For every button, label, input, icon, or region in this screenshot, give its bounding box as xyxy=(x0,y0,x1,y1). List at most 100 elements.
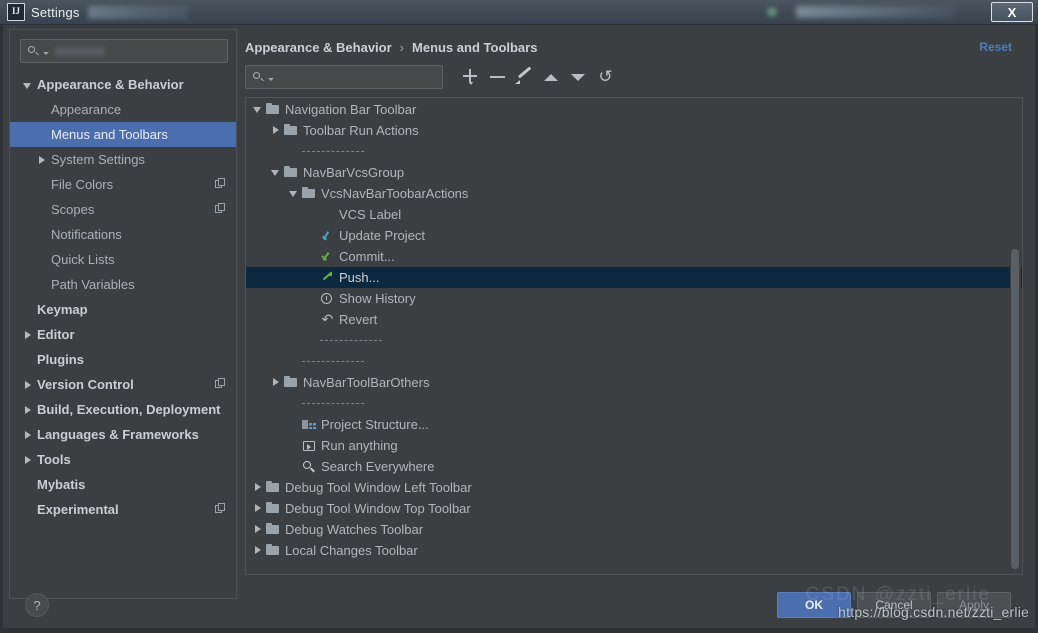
move-up-button[interactable] xyxy=(538,65,565,89)
restore-button[interactable]: ↺ xyxy=(592,65,619,89)
chevron-right-icon[interactable] xyxy=(22,429,34,441)
tree-scrollbar-track[interactable] xyxy=(1010,99,1021,575)
breadcrumb-parent: Appearance & Behavior xyxy=(245,40,392,55)
chevron-down-icon[interactable] xyxy=(252,103,265,116)
chevron-right-icon[interactable] xyxy=(22,404,34,416)
copy-settings-icon xyxy=(215,503,226,515)
revert-arrow-icon: ↶ xyxy=(319,312,336,327)
tree-row[interactable]: Project Structure... xyxy=(246,414,1022,435)
chevron-down-icon[interactable] xyxy=(288,187,301,200)
tree-row-label: Debug Watches Toolbar xyxy=(285,519,423,540)
spacer-icon xyxy=(306,250,319,263)
chevron-right-icon[interactable] xyxy=(252,544,265,557)
tree-row[interactable]: Debug Watches Toolbar xyxy=(246,519,1022,540)
tree-row[interactable]: Debug Tool Window Left Toolbar xyxy=(246,477,1022,498)
folder-icon xyxy=(283,123,300,138)
tree-row[interactable]: Search Everywhere xyxy=(246,456,1022,477)
spacer-icon xyxy=(288,439,301,452)
tree-row[interactable]: Commit... xyxy=(246,246,1022,267)
search-icon xyxy=(27,45,40,58)
sidebar-item-mybatis[interactable]: Mybatis xyxy=(10,472,236,497)
tree-separator xyxy=(246,393,1022,414)
sidebar-item-label: File Colors xyxy=(51,177,113,192)
tree-row[interactable]: Update Project xyxy=(246,225,1022,246)
chevron-right-icon[interactable] xyxy=(36,154,48,166)
tree-row[interactable]: NavBarVcsGroup xyxy=(246,162,1022,183)
tree-row[interactable]: Run anything xyxy=(246,435,1022,456)
copy-settings-icon xyxy=(215,378,226,390)
sidebar-item-label: Appearance xyxy=(51,102,121,117)
chevron-right-icon[interactable] xyxy=(252,523,265,536)
sidebar-item-path-variables[interactable]: Path Variables xyxy=(10,272,236,297)
tree-row[interactable]: VcsNavBarToobarActions xyxy=(246,183,1022,204)
sidebar-item-editor[interactable]: Editor xyxy=(10,322,236,347)
sidebar-item-scopes[interactable]: Scopes xyxy=(10,197,236,222)
sidebar-item-languages-frameworks[interactable]: Languages & Frameworks xyxy=(10,422,236,447)
title-bar-left: Settings xyxy=(0,0,188,24)
chevron-right-icon[interactable] xyxy=(22,329,34,341)
edit-button[interactable] xyxy=(511,65,538,89)
chevron-down-icon[interactable] xyxy=(22,79,34,91)
tree-row[interactable]: Toolbar Run Actions xyxy=(246,120,1022,141)
chevron-right-icon[interactable] xyxy=(22,379,34,391)
sidebar-search-box[interactable] xyxy=(20,39,228,63)
chevron-down-icon xyxy=(43,52,49,55)
spacer-icon xyxy=(36,229,48,241)
sidebar-item-file-colors[interactable]: File Colors xyxy=(10,172,236,197)
toolbar-items-tree-panel: Navigation Bar ToolbarToolbar Run Action… xyxy=(245,97,1023,575)
tree-row-label: NavBarVcsGroup xyxy=(303,162,404,183)
chevron-right-icon[interactable] xyxy=(270,124,283,137)
sidebar-item-notifications[interactable]: Notifications xyxy=(10,222,236,247)
chevron-right-icon[interactable] xyxy=(22,454,34,466)
separator-line xyxy=(320,340,382,342)
tree-row[interactable]: VCS Label xyxy=(246,204,1022,225)
tree-row[interactable]: Local Changes Toolbar xyxy=(246,540,1022,561)
sidebar-item-label: Menus and Toolbars xyxy=(51,127,168,142)
tree-row[interactable]: Show History xyxy=(246,288,1022,309)
tree-row[interactable]: NavBarToolBarOthers xyxy=(246,372,1022,393)
sidebar-item-quick-lists[interactable]: Quick Lists xyxy=(10,247,236,272)
chevron-down-icon xyxy=(268,78,274,81)
sidebar-item-plugins[interactable]: Plugins xyxy=(10,347,236,372)
tree-row[interactable]: Navigation Bar Toolbar xyxy=(246,99,1022,120)
sidebar-item-appearance-behavior[interactable]: Appearance & Behavior xyxy=(10,72,236,97)
sidebar-item-version-control[interactable]: Version Control xyxy=(10,372,236,397)
sidebar-item-keymap[interactable]: Keymap xyxy=(10,297,236,322)
toolbar-filter-input[interactable] xyxy=(245,65,443,89)
tree-scrollbar-thumb[interactable] xyxy=(1011,249,1019,569)
sidebar-item-appearance[interactable]: Appearance xyxy=(10,97,236,122)
sidebar-item-experimental[interactable]: Experimental xyxy=(10,497,236,522)
sidebar-item-label: Languages & Frameworks xyxy=(37,427,199,442)
tree-row-label: Show History xyxy=(339,288,416,309)
tree-row-label: Local Changes Toolbar xyxy=(285,540,418,561)
sidebar-item-label: Experimental xyxy=(37,502,119,517)
remove-button[interactable] xyxy=(484,65,511,89)
help-button[interactable]: ? xyxy=(25,593,49,617)
chevron-right-icon[interactable] xyxy=(252,502,265,515)
sidebar-item-label: Build, Execution, Deployment xyxy=(37,402,220,417)
sidebar-item-label: Version Control xyxy=(37,377,134,392)
folder-icon xyxy=(265,102,282,117)
tree-row[interactable]: ↶Revert xyxy=(246,309,1022,330)
spacer-icon xyxy=(306,292,319,305)
move-down-button[interactable] xyxy=(565,65,592,89)
tree-row[interactable]: Push... xyxy=(246,267,1022,288)
sidebar-item-label: Notifications xyxy=(51,227,122,242)
chevron-right-icon[interactable] xyxy=(270,376,283,389)
sidebar-item-tools[interactable]: Tools xyxy=(10,447,236,472)
tree-row-label: Revert xyxy=(339,309,377,330)
reset-link[interactable]: Reset xyxy=(979,40,1012,54)
add-button[interactable] xyxy=(457,65,484,89)
tree-row-label: Run anything xyxy=(321,435,398,456)
toolbar-buttons: ↺ xyxy=(457,65,619,89)
close-button[interactable]: X xyxy=(991,2,1033,22)
chevron-right-icon[interactable] xyxy=(252,481,265,494)
update-project-icon xyxy=(319,228,336,243)
sidebar-item-build-execution-deployment[interactable]: Build, Execution, Deployment xyxy=(10,397,236,422)
spacer-icon xyxy=(306,313,319,326)
chevron-down-icon[interactable] xyxy=(270,166,283,179)
tree-row-label: Debug Tool Window Left Toolbar xyxy=(285,477,472,498)
sidebar-item-system-settings[interactable]: System Settings xyxy=(10,147,236,172)
tree-row[interactable]: Debug Tool Window Top Toolbar xyxy=(246,498,1022,519)
sidebar-item-menus-and-toolbars[interactable]: Menus and Toolbars xyxy=(10,122,236,147)
